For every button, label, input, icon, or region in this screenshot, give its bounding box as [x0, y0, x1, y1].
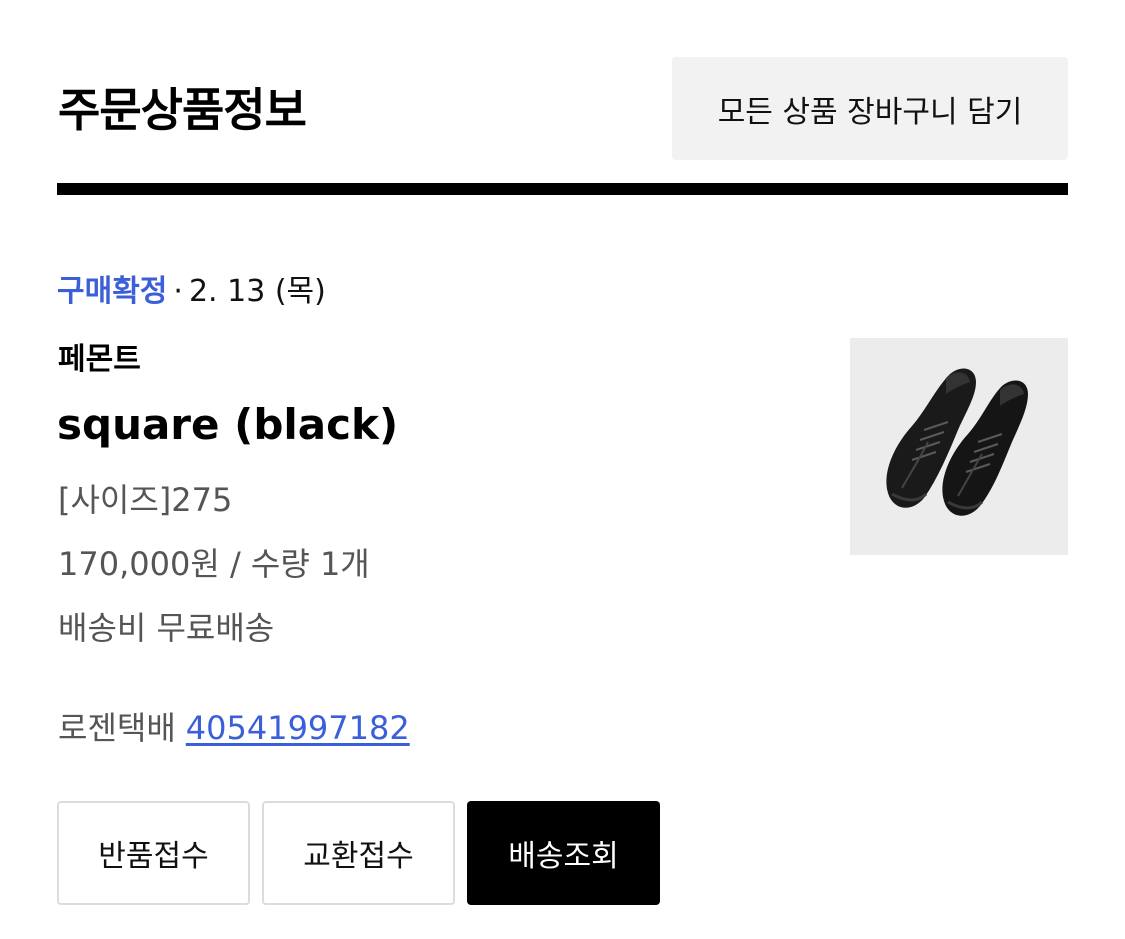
order-status-line: 구매확정 · 2. 13 (목) — [57, 270, 326, 314]
status-badge: 구매확정 — [57, 274, 168, 309]
product-option: [사이즈]275 — [58, 481, 233, 519]
product-name[interactable]: square (black) — [57, 398, 398, 452]
courier-info: 로젠택배 40541997182 — [58, 706, 410, 750]
product-thumbnail[interactable] — [850, 338, 1068, 555]
price-quantity: 170,000원 / 수량 1개 — [58, 545, 370, 583]
track-delivery-button[interactable]: 배송조회 — [467, 801, 660, 905]
black-shoes-product-image — [850, 338, 1068, 555]
return-request-button[interactable]: 반품접수 — [57, 801, 250, 905]
page-title: 주문상품정보 — [58, 83, 307, 137]
section-divider — [57, 183, 1068, 195]
add-all-to-cart-button[interactable]: 모든 상품 장바구니 담기 — [672, 57, 1068, 160]
courier-name: 로젠택배 — [58, 709, 176, 747]
order-product-info-page: 주문상품정보 모든 상품 장바구니 담기 구매확정 · 2. 13 (목) 페몬트 … — [0, 0, 1125, 939]
status-date: 2. 13 (목) — [188, 274, 326, 309]
exchange-request-button[interactable]: 교환접수 — [262, 801, 455, 905]
status-separator: · — [173, 274, 183, 309]
brand-name[interactable]: 페몬트 — [58, 340, 141, 380]
tracking-number-link[interactable]: 40541997182 — [186, 709, 410, 747]
shipping-fee: 배송비 무료배송 — [58, 609, 275, 647]
